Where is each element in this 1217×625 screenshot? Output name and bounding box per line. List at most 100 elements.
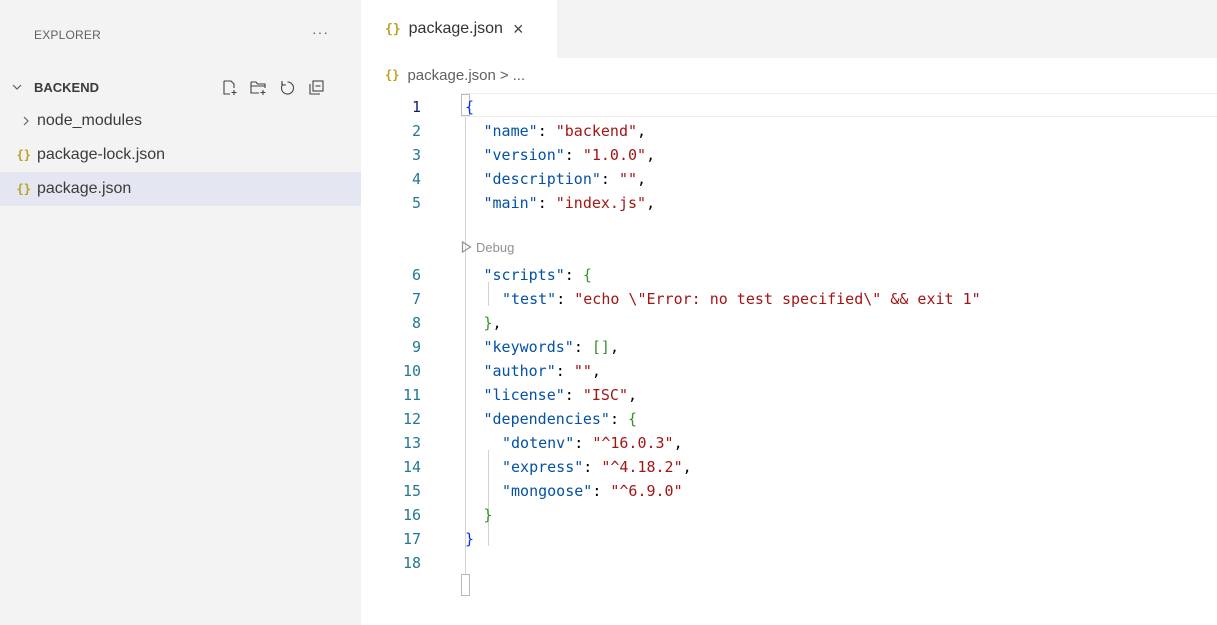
- json-string: "1.0.0": [582, 146, 647, 164]
- json-key: "mongoose": [502, 482, 593, 500]
- code-text: "express": "^4.18.2",: [502, 455, 692, 479]
- json-colon: :: [537, 194, 556, 212]
- collapse-all-icon[interactable]: [306, 77, 326, 97]
- code-text: "author": "",: [484, 359, 601, 383]
- tree-item-package-json[interactable]: {} package.json: [0, 172, 361, 206]
- breadcrumb-file[interactable]: package.json: [407, 67, 495, 84]
- code-text: "mongoose": "^6.9.0": [502, 479, 683, 503]
- code-line: 2 "name": "backend",: [361, 119, 1217, 143]
- code-editor[interactable]: Debug 1{2 "name": "backend", 3 "version": "…: [361, 92, 1217, 625]
- line-number: 13: [402, 434, 421, 452]
- tree-item-node-modules[interactable]: node_modules: [0, 104, 361, 138]
- json-file-icon: {}: [16, 148, 31, 162]
- code-text: }: [465, 527, 474, 551]
- json-colon: :: [564, 386, 583, 404]
- json-key: "scripts": [483, 266, 565, 284]
- json-colon: :: [583, 458, 602, 476]
- json-colon: :: [592, 482, 611, 500]
- codelens-debug[interactable]: Debug: [461, 237, 514, 257]
- json-key: "description": [483, 170, 601, 188]
- new-folder-icon[interactable]: [248, 77, 268, 97]
- tree-item-package-lock-json[interactable]: {} package-lock.json: [0, 138, 361, 172]
- json-colon: :: [537, 122, 556, 140]
- json-bracket: {: [582, 266, 592, 284]
- new-file-icon[interactable]: [219, 77, 239, 97]
- json-bracket: }: [483, 506, 493, 524]
- line-number: 14: [402, 458, 421, 476]
- line-number: 10: [402, 362, 421, 380]
- tree-item-label: package-lock.json: [37, 146, 166, 163]
- code-line: 4 "description": "",: [361, 167, 1217, 191]
- code-text: "license": "ISC",: [484, 383, 638, 407]
- code-text: },: [484, 311, 502, 335]
- line-number: 12: [402, 410, 421, 428]
- json-key: "version": [483, 146, 565, 164]
- workspace-name: BACKEND: [34, 79, 99, 95]
- line-number: 4: [411, 170, 421, 188]
- explorer-header: EXPLORER ···: [0, 0, 361, 70]
- chevron-down-icon[interactable]: [0, 81, 34, 93]
- line-number: 9: [411, 338, 421, 356]
- line-number: 8: [411, 314, 421, 332]
- code-line: 6 "scripts": {: [361, 263, 1217, 287]
- json-string: "index.js": [555, 194, 647, 212]
- line-number: 3: [411, 146, 421, 164]
- code-line: 11 "license": "ISC",: [361, 383, 1217, 407]
- code-text: }: [484, 503, 493, 527]
- tree-item-label: package.json: [37, 180, 132, 197]
- json-comma: ,: [673, 434, 683, 452]
- json-key: "dependencies": [483, 410, 610, 428]
- code-text: "dotenv": "^16.0.3",: [502, 431, 683, 455]
- code-line: 10 "author": "",: [361, 359, 1217, 383]
- close-icon[interactable]: ×: [513, 19, 524, 40]
- tab-package-json[interactable]: {} package.json ×: [361, 0, 557, 58]
- json-key: "test": [502, 290, 557, 308]
- code-line: 12 "dependencies": {: [361, 407, 1217, 431]
- line-number: 7: [411, 290, 421, 308]
- json-key: "dotenv": [502, 434, 575, 452]
- line-number: 17: [402, 530, 421, 548]
- breadcrumb-separator: >: [499, 66, 509, 84]
- code-line: 5 "main": "index.js",: [361, 191, 1217, 215]
- json-colon: :: [564, 266, 583, 284]
- json-file-icon: {}: [385, 21, 401, 37]
- json-key: "keywords": [483, 338, 574, 356]
- line-number: 5: [411, 194, 421, 212]
- codelens-label: Debug: [476, 239, 515, 255]
- code-line: 15 "mongoose": "^6.9.0": [361, 479, 1217, 503]
- code-line: 17}: [361, 527, 1217, 551]
- json-brace: }: [465, 530, 475, 548]
- line-number: 1: [411, 98, 421, 116]
- code-text: "main": "index.js",: [484, 191, 656, 215]
- json-colon: :: [574, 434, 593, 452]
- code-text: {: [465, 95, 474, 119]
- code-text: "description": "",: [484, 167, 647, 191]
- json-colon: :: [555, 362, 574, 380]
- code-line: 14 "express": "^4.18.2",: [361, 455, 1217, 479]
- line-number: 11: [402, 386, 421, 404]
- json-comma: ,: [492, 314, 502, 332]
- json-bracket: {: [628, 410, 638, 428]
- refresh-icon[interactable]: [277, 77, 297, 97]
- breadcrumb-symbol[interactable]: ...: [513, 67, 526, 84]
- code-text: "keywords": [],: [484, 335, 619, 359]
- code-text: "version": "1.0.0",: [484, 143, 656, 167]
- code-line: 16}: [361, 503, 1217, 527]
- code-line: 8},: [361, 311, 1217, 335]
- json-file-icon: {}: [16, 182, 31, 196]
- json-colon: :: [609, 410, 628, 428]
- workspace-section-header[interactable]: BACKEND: [0, 70, 361, 104]
- json-string: "^6.9.0": [610, 482, 683, 500]
- explorer-sidebar: EXPLORER ··· BACKEND node_modules {} pac…: [0, 0, 361, 625]
- json-comma: ,: [628, 386, 638, 404]
- more-actions-icon[interactable]: ···: [312, 24, 329, 40]
- code-line: 7 "test": "echo \"Error: no test specifie…: [361, 287, 1217, 311]
- json-string: "ISC": [582, 386, 628, 404]
- explorer-actions: [219, 77, 326, 97]
- json-key: "name": [483, 122, 538, 140]
- json-comma: ,: [646, 146, 656, 164]
- explorer-title: EXPLORER: [34, 28, 101, 42]
- json-bracket: []: [591, 338, 610, 356]
- code-line: 1{: [361, 95, 1217, 119]
- tab-bar: {} package.json ×: [361, 0, 1217, 58]
